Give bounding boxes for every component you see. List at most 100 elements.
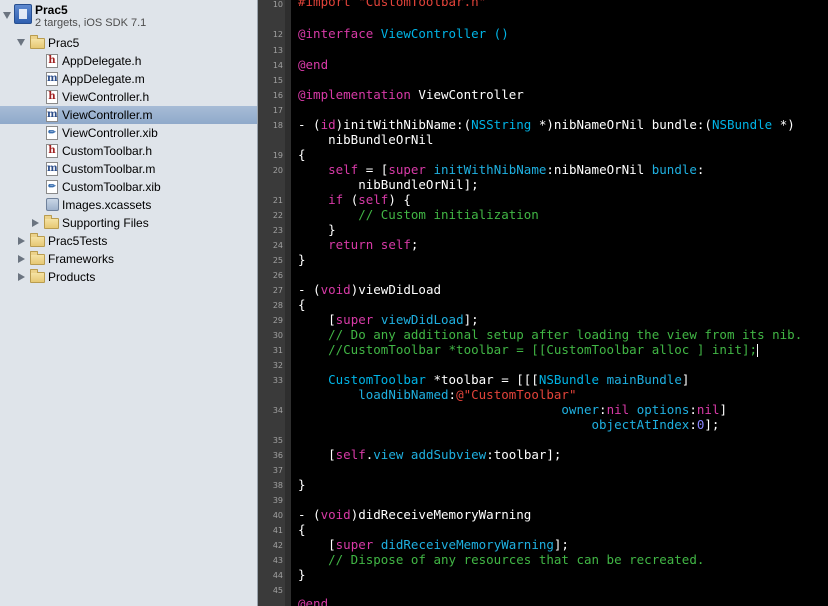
xib-file-icon: ✏ xyxy=(46,126,58,140)
line-number: 31 xyxy=(272,346,283,355)
code-line-return: return self; xyxy=(328,237,419,252)
implementation-file-icon: m xyxy=(46,72,58,86)
line-number: 10 xyxy=(272,0,283,9)
folder-icon xyxy=(30,35,45,49)
code-line-customtoolbar: CustomToolbar *toolbar = [[[NSBundle mai… xyxy=(328,372,690,387)
line-number: 28 xyxy=(272,301,283,310)
code-line-end: @end xyxy=(298,57,329,72)
nav-item-label: AppDelegate.m xyxy=(62,72,145,86)
nav-item-group-prac5[interactable]: Prac5 xyxy=(0,34,257,52)
line-number: 26 xyxy=(272,271,283,280)
nav-item-label: Images.xcassets xyxy=(62,198,152,212)
code-line-close-if: } xyxy=(298,222,336,237)
nav-item-file[interactable]: m CustomToolbar.m xyxy=(0,160,257,178)
nav-item-group-prac5tests[interactable]: Prac5Tests xyxy=(0,232,257,250)
line-number: 37 xyxy=(272,466,283,475)
line-number: 15 xyxy=(272,76,283,85)
line-number: 14 xyxy=(272,61,283,70)
nav-item-label: CustomToolbar.m xyxy=(62,162,156,176)
disclosure-open-icon[interactable] xyxy=(3,12,11,19)
line-number: 30 xyxy=(272,331,283,340)
line-number: 42 xyxy=(272,541,283,550)
code-line-end: @end xyxy=(298,596,329,606)
line-number: 34 xyxy=(272,406,283,415)
disclosure-closed-icon[interactable] xyxy=(18,237,25,245)
xib-file-icon: ✏ xyxy=(46,180,58,194)
code-line-didreceive-signature: - (void)didReceiveMemoryWarning xyxy=(298,507,532,522)
line-number: 39 xyxy=(272,496,283,505)
line-number: 45 xyxy=(272,586,283,595)
nav-item-group-frameworks[interactable]: Frameworks xyxy=(0,250,257,268)
nav-item-file[interactable]: Images.xcassets xyxy=(0,196,257,214)
line-number: 18 xyxy=(272,121,283,130)
nav-item-label: AppDelegate.h xyxy=(62,54,142,68)
line-number: 33 xyxy=(272,376,283,385)
header-file-icon: h xyxy=(46,90,58,104)
nav-item-label: Supporting Files xyxy=(62,216,149,230)
line-number: 29 xyxy=(272,316,283,325)
line-number: 17 xyxy=(272,106,283,115)
disclosure-closed-icon[interactable] xyxy=(18,273,25,281)
folder-icon xyxy=(30,251,45,265)
nav-item-label: Frameworks xyxy=(48,252,115,266)
line-number: 13 xyxy=(272,46,283,55)
code-line-import: #import "CustomToolbar.h" xyxy=(298,0,487,9)
line-number: 25 xyxy=(272,256,283,265)
line-number: 35 xyxy=(272,436,283,445)
nav-item-label: CustomToolbar.h xyxy=(62,144,153,158)
project-root-row[interactable]: Prac5 2 targets, iOS SDK 7.1 xyxy=(0,0,257,34)
project-subtitle: 2 targets, iOS SDK 7.1 xyxy=(35,17,147,29)
asset-catalog-icon xyxy=(46,198,59,211)
code-line-super-didreceive: [super didReceiveMemoryWarning]; xyxy=(298,537,569,552)
nav-item-file[interactable]: h CustomToolbar.h xyxy=(0,142,257,160)
code-line-init-signature: - (id)initWithNibName:(NSString *)nibNam… xyxy=(298,117,795,132)
nav-item-file[interactable]: h ViewController.h xyxy=(0,88,257,106)
nav-item-file[interactable]: h AppDelegate.h xyxy=(0,52,257,70)
line-number: 19 xyxy=(272,151,283,160)
code-line-brace: { xyxy=(298,297,306,312)
code-line-if-self: if (self) { xyxy=(328,192,411,207)
line-number: 16 xyxy=(272,91,283,100)
disclosure-closed-icon[interactable] xyxy=(18,255,25,263)
header-file-icon: h xyxy=(46,144,58,158)
code-line-owner: owner:nil options:nil] xyxy=(561,402,728,417)
code-line-brace: { xyxy=(298,522,306,537)
line-number: 23 xyxy=(272,226,283,235)
line-number: 32 xyxy=(272,361,283,370)
folder-icon xyxy=(30,269,45,283)
code-line-super-viewdidload: [super viewDidLoad]; xyxy=(298,312,479,327)
text-cursor xyxy=(757,344,759,357)
nav-item-label: Prac5Tests xyxy=(48,234,108,248)
nav-item-group-supporting-files[interactable]: Supporting Files xyxy=(0,214,257,232)
code-line-implementation: @implementation ViewController xyxy=(298,87,524,102)
implementation-file-icon: m xyxy=(46,108,58,122)
nav-item-group-products[interactable]: Products xyxy=(0,268,257,286)
project-navigator: Prac5 2 targets, iOS SDK 7.1 Prac5 h App… xyxy=(0,0,258,606)
nav-item-label: Products xyxy=(48,270,96,284)
code-line-objectatindex: objectAtIndex:0]; xyxy=(591,417,720,432)
folder-icon xyxy=(30,233,45,247)
nav-item-label: ViewController.m xyxy=(62,108,153,122)
header-file-icon: h xyxy=(46,54,58,68)
nav-item-file-selected[interactable]: m ViewController.m xyxy=(0,106,257,124)
xcode-project-icon xyxy=(14,4,32,24)
line-number: 43 xyxy=(272,556,283,565)
code-line-brace: } xyxy=(298,477,306,492)
line-number: 24 xyxy=(272,241,283,250)
code-line-comment: // Do any additional setup after loading… xyxy=(298,327,803,342)
source-editor[interactable]: #import "CustomToolbar.h" @interface Vie… xyxy=(291,0,828,606)
code-line-loadnibnamed: loadNibNamed:@"CustomToolbar" xyxy=(358,387,577,402)
disclosure-open-icon[interactable] xyxy=(17,39,25,46)
nav-item-label: ViewController.h xyxy=(62,90,150,104)
code-line-init-signature-wrap: nibBundleOrNil xyxy=(298,132,434,147)
line-number: 20 xyxy=(272,166,283,175)
nav-item-label: CustomToolbar.xib xyxy=(62,180,161,194)
nav-item-file[interactable]: ✏ CustomToolbar.xib xyxy=(0,178,257,196)
nav-item-file[interactable]: m AppDelegate.m xyxy=(0,70,257,88)
nav-item-file[interactable]: ✏ ViewController.xib xyxy=(0,124,257,142)
code-line-brace: } xyxy=(298,252,306,267)
line-number: 22 xyxy=(272,211,283,220)
code-line-self-init-wrap: nibBundleOrNil]; xyxy=(298,177,479,192)
disclosure-closed-icon[interactable] xyxy=(32,219,39,227)
line-number: 12 xyxy=(272,30,283,39)
